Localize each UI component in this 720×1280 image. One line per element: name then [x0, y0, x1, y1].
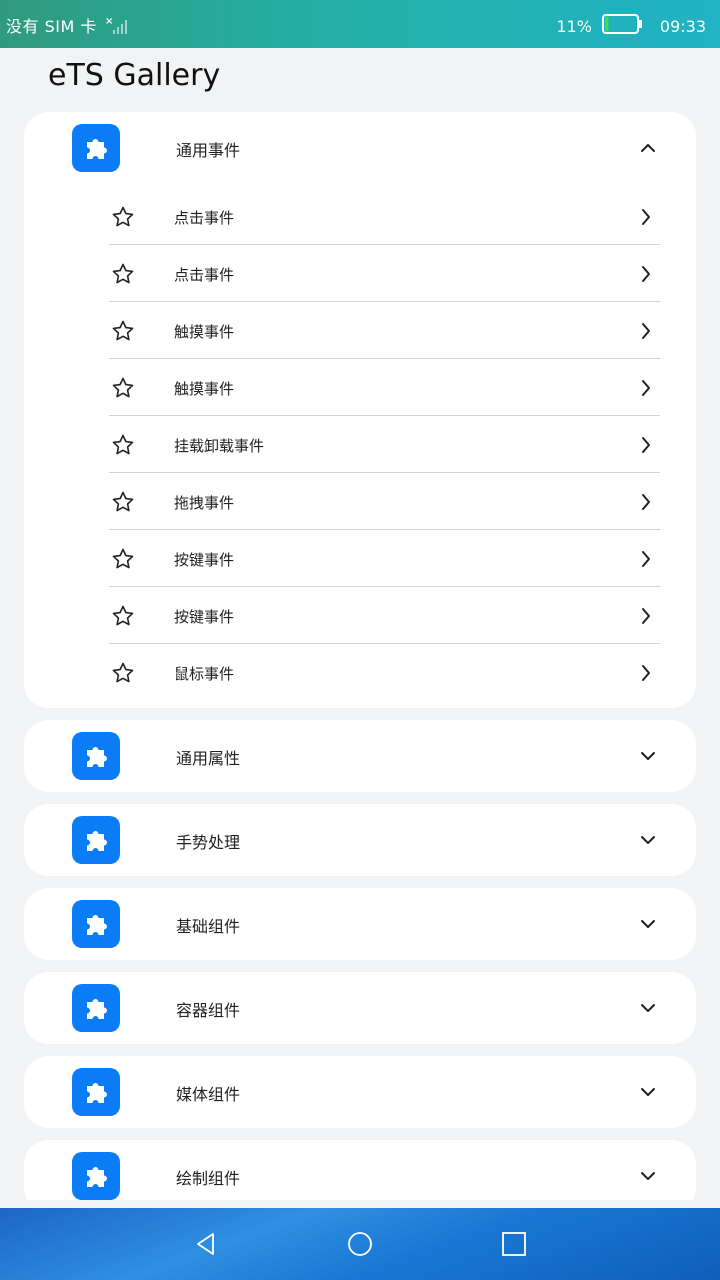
- list-item-label: 触摸事件: [174, 323, 235, 341]
- group-title: 绘制组件: [176, 1169, 241, 1188]
- group-title: 容器组件: [176, 1001, 241, 1020]
- chevron-right-icon: [640, 208, 652, 230]
- list-item-label: 挂载卸载事件: [174, 437, 265, 455]
- chevron-down-icon[interactable]: [640, 1000, 656, 1020]
- carrier-text: 没有 SIM 卡: [6, 17, 97, 36]
- no-signal-icon: ×: [105, 15, 129, 35]
- star-outline-icon[interactable]: [111, 262, 135, 290]
- puzzle-icon: [72, 732, 120, 780]
- list-item[interactable]: 拖拽事件: [109, 473, 660, 530]
- list-item-label: 点击事件: [174, 266, 235, 284]
- status-bar: 没有 SIM 卡 × 11% 09:33: [0, 0, 720, 48]
- list-item-label: 按键事件: [174, 608, 235, 626]
- chevron-down-icon[interactable]: [640, 748, 656, 768]
- star-outline-icon[interactable]: [111, 490, 135, 518]
- star-outline-icon[interactable]: [111, 433, 135, 461]
- group-card-gestures[interactable]: 手势处理: [24, 804, 696, 876]
- star-outline-icon[interactable]: [111, 661, 135, 689]
- home-icon[interactable]: [346, 1230, 374, 1258]
- list-item[interactable]: 点击事件: [109, 188, 660, 245]
- star-outline-icon[interactable]: [111, 319, 135, 347]
- chevron-right-icon: [640, 550, 652, 572]
- svg-text:×: ×: [105, 16, 113, 27]
- list-item-label: 触摸事件: [174, 380, 235, 398]
- list-item-label: 点击事件: [174, 209, 235, 227]
- chevron-down-icon[interactable]: [640, 832, 656, 852]
- group-title: 通用属性: [176, 749, 241, 768]
- puzzle-icon: [72, 984, 120, 1032]
- group-list[interactable]: 通用事件 点击事件 点击事件 触摸事件 触摸事件 挂载卸载事件 拖拽事件 按键事…: [0, 108, 720, 1200]
- group-header[interactable]: 通用事件: [24, 112, 696, 184]
- group-card-media-components[interactable]: 媒体组件: [24, 1056, 696, 1128]
- group-card-basic-components[interactable]: 基础组件: [24, 888, 696, 960]
- puzzle-icon: [72, 900, 120, 948]
- chevron-down-icon[interactable]: [640, 916, 656, 936]
- back-icon[interactable]: [192, 1230, 220, 1258]
- navigation-bar: [0, 1208, 720, 1280]
- group-card-container-components[interactable]: 容器组件: [24, 972, 696, 1044]
- status-right: 11% 09:33: [556, 13, 706, 39]
- list-item[interactable]: 触摸事件: [109, 359, 660, 416]
- clock: 09:33: [659, 16, 706, 36]
- puzzle-icon: [72, 124, 120, 172]
- list-item[interactable]: 按键事件: [109, 587, 660, 644]
- battery-icon: [601, 13, 644, 39]
- group-card-general-events: 通用事件 点击事件 点击事件 触摸事件 触摸事件 挂载卸载事件 拖拽事件 按键事…: [24, 112, 696, 708]
- star-outline-icon[interactable]: [111, 376, 135, 404]
- status-left: 没有 SIM 卡 ×: [6, 13, 129, 37]
- group-card-common-attributes[interactable]: 通用属性: [24, 720, 696, 792]
- chevron-right-icon: [640, 379, 652, 401]
- recents-icon[interactable]: [500, 1230, 528, 1258]
- star-outline-icon[interactable]: [111, 547, 135, 575]
- puzzle-icon: [72, 1152, 120, 1200]
- chevron-down-icon[interactable]: [640, 1168, 656, 1188]
- chevron-right-icon: [640, 265, 652, 287]
- chevron-right-icon: [640, 436, 652, 458]
- chevron-right-icon: [640, 322, 652, 344]
- star-outline-icon[interactable]: [111, 205, 135, 233]
- chevron-up-icon[interactable]: [640, 140, 656, 160]
- battery-percent: 11%: [556, 16, 592, 36]
- chevron-down-icon[interactable]: [640, 1084, 656, 1104]
- group-title: 通用事件: [176, 141, 241, 160]
- list-item-label: 拖拽事件: [174, 494, 235, 512]
- puzzle-icon: [72, 1068, 120, 1116]
- list-item-label: 按键事件: [174, 551, 235, 569]
- chevron-right-icon: [640, 607, 652, 629]
- chevron-right-icon: [640, 664, 652, 686]
- list-item[interactable]: 鼠标事件: [109, 644, 660, 701]
- list-item[interactable]: 挂载卸载事件: [109, 416, 660, 473]
- puzzle-icon: [72, 816, 120, 864]
- page-title: eTS Gallery: [48, 58, 221, 93]
- group-title: 手势处理: [176, 833, 241, 852]
- list-item[interactable]: 按键事件: [109, 530, 660, 587]
- list-item[interactable]: 触摸事件: [109, 302, 660, 359]
- group-card-drawing-components[interactable]: 绘制组件: [24, 1140, 696, 1200]
- chevron-right-icon: [640, 493, 652, 515]
- group-title: 媒体组件: [176, 1085, 241, 1104]
- group-title: 基础组件: [176, 917, 241, 936]
- star-outline-icon[interactable]: [111, 604, 135, 632]
- list-item[interactable]: 点击事件: [109, 245, 660, 302]
- list-item-label: 鼠标事件: [174, 665, 235, 683]
